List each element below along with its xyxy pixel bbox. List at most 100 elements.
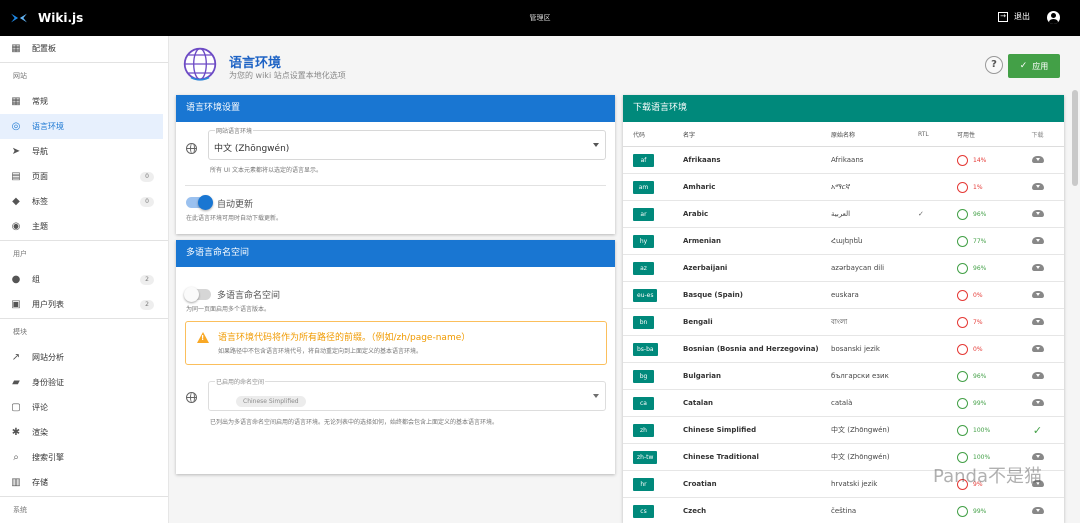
download-cell[interactable]: [1011, 317, 1064, 327]
download-cell[interactable]: [1011, 506, 1064, 516]
download-cloud-icon[interactable]: [1031, 452, 1044, 460]
sidebar-item-storage[interactable]: ▥ 存储: [0, 470, 168, 495]
sidebar-item-tags[interactable]: ◆ 标签 0: [0, 189, 168, 214]
locale-name: Basque (Spain): [683, 291, 743, 299]
sidebar-item-groups[interactable]: ● 组 2: [0, 267, 168, 292]
globe-icon: ◎: [11, 120, 21, 132]
availability-cell: 100%: [949, 451, 1011, 463]
download-cell[interactable]: [1011, 452, 1064, 462]
download-cell[interactable]: [1011, 263, 1064, 273]
download-cloud-icon[interactable]: [1031, 317, 1044, 325]
locale-code-badge: ar: [633, 207, 654, 221]
download-cell[interactable]: [1011, 182, 1064, 192]
divider: [0, 496, 168, 497]
locale-name: Chinese Simplified: [683, 426, 757, 434]
locale-name: Amharic: [683, 183, 716, 191]
locale-code-badge: bs-ba: [633, 342, 658, 356]
availability-cell: 96%: [949, 262, 1011, 274]
download-cell[interactable]: [1011, 209, 1064, 219]
sidebar-item-theme[interactable]: ◉ 主题: [0, 214, 168, 239]
sidebar-item-dashboard[interactable]: ▦ 配置板: [0, 36, 168, 61]
download-locales-header: 下载语言环境: [623, 95, 1064, 122]
sidebar-item-label: 主题: [32, 222, 48, 231]
enabled-namespaces-select[interactable]: 已启用的命名空间 Chinese Simplified: [208, 377, 606, 411]
warning-title: 语言环境代码将作为所有路径的前缀。（例如/zh/page-name）: [218, 333, 471, 343]
table-row: eu-es Basque (Spain) euskara 0%: [623, 282, 1064, 309]
multilingual-note: 为同一页面启用多个语言版本。: [186, 306, 271, 313]
locale-code-cell: eu-es: [623, 288, 675, 302]
table-row: bn Bengali বাংলা 7%: [623, 309, 1064, 336]
auto-update-note: 在此语言环境可用时自动下载更新。: [186, 215, 283, 222]
download-cloud-icon[interactable]: [1031, 209, 1044, 217]
column-download: 下载: [1031, 131, 1044, 139]
download-cell[interactable]: ✓: [1011, 424, 1064, 437]
download-cloud-icon[interactable]: [1031, 371, 1044, 379]
availability-percent: 96%: [973, 264, 987, 272]
download-cell[interactable]: [1011, 155, 1064, 165]
sidebar-item-locale[interactable]: ◎ 语言环境: [0, 114, 163, 139]
availability-percent: 99%: [973, 507, 987, 515]
multilingual-toggle[interactable]: [184, 287, 211, 302]
sidebar-item-label: 语言环境: [32, 122, 64, 131]
sidebar-item-search[interactable]: ⌕ 搜索引擎: [0, 445, 168, 470]
locale-name: Chinese Traditional: [683, 453, 759, 461]
sidebar-item-navigation[interactable]: ➤ 导航: [0, 139, 168, 164]
page-scrollbar[interactable]: [1072, 90, 1078, 186]
locale-name: Croatian: [683, 480, 717, 488]
sidebar-item-auth[interactable]: ▰ 身份验证: [0, 370, 168, 395]
download-cloud-icon[interactable]: [1031, 398, 1044, 406]
divider: [0, 62, 168, 63]
sidebar-item-comments[interactable]: ▢ 评论: [0, 395, 168, 420]
download-cell[interactable]: [1011, 236, 1064, 246]
user-card-icon: ▣: [11, 298, 21, 310]
sidebar-item-analytics[interactable]: ↗ 网站分析: [0, 345, 168, 370]
availability-percent: 7%: [973, 318, 983, 326]
download-cloud-icon[interactable]: [1031, 506, 1044, 514]
logout-button[interactable]: → 退出: [998, 11, 1030, 22]
sidebar-item-general[interactable]: ▦ 常规: [0, 89, 168, 114]
availability-ring: [957, 451, 968, 463]
availability-ring: [957, 397, 968, 409]
download-locales-panel: 下载语言环境 代码 名字 原始名称 RTL 可用性 下载 af Afrikaan…: [623, 95, 1064, 523]
sidebar-item-rendering[interactable]: ✱ 渲染: [0, 420, 168, 445]
sidebar-item-label: 导航: [32, 147, 48, 156]
download-cloud-icon[interactable]: [1031, 155, 1044, 163]
comment-icon: ▢: [11, 401, 21, 413]
sidebar-item-pages[interactable]: ▤ 页面 0: [0, 164, 168, 189]
availability-percent: 0%: [973, 345, 983, 353]
apply-button[interactable]: ✓ 应用: [1008, 54, 1060, 78]
download-cell[interactable]: [1011, 398, 1064, 408]
namespaces-header: 多语言命名空间: [176, 240, 615, 267]
locale-name: Bosnian (Bosnia and Herzegovina): [683, 345, 819, 353]
download-cell[interactable]: [1011, 371, 1064, 381]
download-cloud-icon[interactable]: [1031, 344, 1044, 352]
download-cloud-icon[interactable]: [1031, 263, 1044, 271]
admin-sidebar: ▦ 配置板 网站 ▦ 常规 ◎ 语言环境 ➤ 导航 ▤ 页面 0 ◆ 标签 0 …: [0, 36, 169, 523]
account-icon[interactable]: [1047, 11, 1060, 24]
availability-cell: 96%: [949, 370, 1011, 382]
availability-cell: 99%: [949, 505, 1011, 517]
chinese-simplified-chip: Chinese Simplified: [236, 396, 306, 407]
locale-native-name: euskara: [831, 291, 859, 299]
language-globe-icon: [186, 143, 197, 154]
page-subtitle: 为您的 wiki 站点设置本地化选项: [229, 71, 346, 80]
sidebar-item-label: 用户列表: [32, 300, 64, 309]
download-cell[interactable]: [1011, 290, 1064, 300]
search-icon: ⌕: [13, 451, 19, 463]
sidebar-item-label: 网站分析: [32, 353, 64, 362]
auto-update-label: 自动更新: [217, 200, 254, 210]
locale-native-name: български език: [831, 372, 889, 380]
locale-code-cell: bs-ba: [623, 342, 675, 356]
site-locale-select[interactable]: 网站语言环境 中文 (Zhōngwén): [208, 126, 606, 160]
help-button[interactable]: ?: [985, 56, 1003, 74]
download-cloud-icon[interactable]: [1031, 290, 1044, 298]
locale-native-name: Afrikaans: [831, 156, 864, 164]
sidebar-item-users[interactable]: ▣ 用户列表 2: [0, 292, 168, 317]
availability-percent: 14%: [973, 156, 987, 164]
download-cell[interactable]: [1011, 344, 1064, 354]
download-cloud-icon[interactable]: [1031, 236, 1044, 244]
table-row: ar Arabic العربية ✓ 96%: [623, 201, 1064, 228]
locale-native-name: bosanski jezik: [831, 345, 880, 353]
download-cloud-icon[interactable]: [1031, 182, 1044, 190]
auto-update-toggle[interactable]: [186, 195, 213, 210]
